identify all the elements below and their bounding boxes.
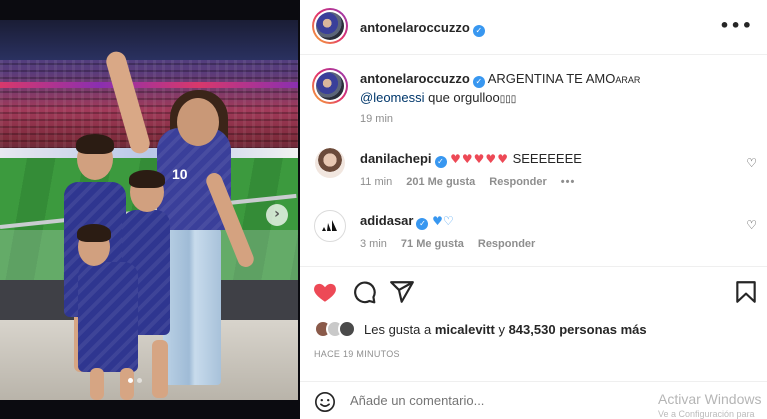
- woman-jeans: [163, 225, 221, 385]
- stadium-roof: [0, 20, 298, 60]
- comment-text: danilachepi ✓ ♥♥♥♥♥ SEEEEEEE: [360, 150, 582, 168]
- comment-item: danilachepi ✓ ♥♥♥♥♥ SEEEEEEE 11 min 201 M…: [300, 142, 767, 197]
- comment-text: adidasar ✓ ♥♡: [360, 212, 454, 230]
- liker-avatar: [338, 320, 356, 338]
- advertising-board: [0, 148, 298, 158]
- adidas-logo-icon[interactable]: [314, 210, 346, 242]
- kid-leg: [90, 368, 104, 400]
- verified-badge-icon: ✓: [472, 76, 485, 88]
- verified-badge-icon: ✓: [472, 25, 485, 37]
- caption-text2: que orgulloo: [428, 90, 500, 105]
- author-username[interactable]: antonelaroccuzzo: [360, 20, 470, 35]
- kid-jersey: [78, 262, 138, 372]
- blue-white-hearts-emoji: ♥♡: [432, 214, 454, 228]
- kid-hair: [77, 224, 111, 242]
- caption-meta: 19 min: [360, 113, 393, 125]
- post-photo[interactable]: 10 ›: [0, 0, 300, 419]
- likes-summary[interactable]: Les gusta a micalevitt y 843,530 persona…: [314, 320, 647, 338]
- comment-username[interactable]: danilachepi: [360, 151, 432, 166]
- comment-meta: 3 min 71 Me gusta Responder: [360, 238, 535, 250]
- bookmark-icon[interactable]: [733, 279, 759, 305]
- comment-time: 3 min: [360, 238, 387, 250]
- carousel-dot: [137, 378, 142, 383]
- caption-mention[interactable]: @leomessi: [360, 90, 425, 105]
- windows-activation-subtext: Ve a Configuración para: [658, 409, 755, 419]
- comment-time: 11 min: [360, 176, 393, 188]
- caption-block: antonelaroccuzzo ✓ ARGENTINA TE AMOARAR @…: [300, 62, 767, 132]
- likes-suffix[interactable]: personas más: [559, 322, 646, 337]
- comment-likes[interactable]: 71 Me gusta: [401, 238, 464, 250]
- verified-badge-icon: ✓: [416, 218, 429, 230]
- author-avatar[interactable]: [312, 8, 348, 44]
- post-sidebar: antonelaroccuzzo ✓ ••• antonelaroccuzzo ✓ …: [300, 0, 767, 419]
- stadium-banner: [0, 82, 298, 88]
- comment-body: SEEEEEEE: [512, 151, 582, 166]
- kid-leg: [120, 368, 134, 400]
- comment-item: adidasar ✓ ♥♡ 3 min 71 Me gusta Responder…: [300, 204, 767, 259]
- comment-meta: 11 min 201 Me gusta Responder •••: [360, 176, 575, 188]
- caption-time: 19 min: [360, 113, 394, 125]
- post-header: antonelaroccuzzo ✓ •••: [300, 0, 767, 55]
- carousel-indicators: [128, 378, 142, 383]
- author-name-row: antonelaroccuzzo ✓: [360, 19, 485, 37]
- red-hearts-emoji: ♥♥♥♥♥: [450, 152, 509, 166]
- emoji-icon[interactable]: [314, 391, 336, 413]
- post-timestamp: HACE 19 MINUTOS: [314, 349, 400, 359]
- comment-like-heart-icon[interactable]: ♡: [746, 218, 757, 232]
- comment-like-heart-icon[interactable]: ♡: [746, 156, 757, 170]
- reply-button[interactable]: Responder: [478, 238, 535, 250]
- caption-text: antonelaroccuzzo ✓ ARGENTINA TE AMOARAR @…: [360, 70, 755, 109]
- kid-leg: [152, 340, 168, 398]
- caption-suffix: ARAR: [615, 75, 641, 85]
- share-icon[interactable]: [389, 279, 415, 305]
- heart-icon[interactable]: [312, 279, 338, 305]
- kid-hair: [129, 170, 165, 188]
- verified-badge-icon: ✓: [434, 156, 447, 168]
- next-photo-chevron-icon[interactable]: ›: [266, 204, 288, 226]
- caption-glyphs: ▯▯▯: [499, 94, 517, 105]
- comment-input[interactable]: [350, 393, 610, 408]
- comment-more-icon[interactable]: •••: [561, 176, 576, 188]
- comment-username[interactable]: adidasar: [360, 213, 413, 228]
- carousel-dot: [128, 378, 133, 383]
- likes-conjunction: y: [498, 321, 505, 337]
- jersey-number: 10: [172, 166, 188, 182]
- photo-scene: 10: [0, 20, 298, 400]
- reply-button[interactable]: Responder: [489, 176, 546, 188]
- comment-icon[interactable]: [351, 279, 377, 305]
- comment-likes[interactable]: 201 Me gusta: [406, 176, 475, 188]
- likes-prefix: Les gusta a: [364, 321, 432, 337]
- post-actions: Les gusta a micalevitt y 843,530 persona…: [300, 266, 767, 419]
- likes-count[interactable]: 843,530: [509, 322, 556, 337]
- likes-first-user[interactable]: micalevitt: [435, 322, 495, 337]
- commenter-avatar[interactable]: [315, 148, 345, 178]
- more-options-icon[interactable]: •••: [719, 16, 753, 35]
- caption-author-avatar[interactable]: [312, 68, 348, 104]
- kid-hair: [76, 134, 114, 154]
- caption-main: ARGENTINA TE AMO: [487, 71, 616, 86]
- add-comment-bar: Activar Windows Ve a Configuración para: [300, 381, 767, 419]
- windows-activation-watermark: Activar Windows: [658, 391, 762, 407]
- caption-username[interactable]: antonelaroccuzzo: [360, 71, 470, 86]
- woman-head: [177, 98, 219, 146]
